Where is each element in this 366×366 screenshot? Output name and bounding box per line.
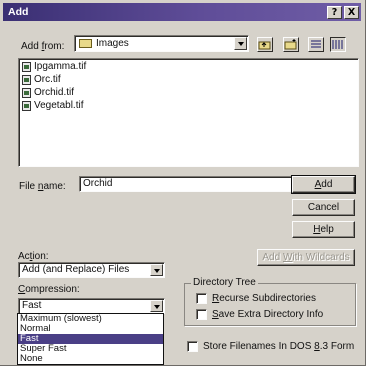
list-item[interactable]: Orchid.tif	[20, 86, 358, 99]
store-83-label: Store Filenames In DOS 8.3 Form	[203, 341, 355, 352]
add-from-label: Add from:	[21, 41, 65, 52]
list-item[interactable]: Vegetabl.tif	[20, 99, 358, 112]
details-view-button[interactable]	[330, 37, 346, 52]
action-label: Action:	[18, 251, 49, 262]
action-value: Add (and Replace) Files	[22, 264, 130, 275]
file-name-value: Orchid	[83, 178, 113, 189]
close-button[interactable]: X	[344, 5, 359, 19]
folder-icon	[79, 39, 92, 48]
file-name-input[interactable]: Orchid	[79, 176, 304, 192]
file-name-label: File name:	[19, 181, 66, 192]
compression-dropdown[interactable]: Maximum (slowest) Normal Fast Super Fast…	[17, 313, 164, 365]
save-extra-checkbox[interactable]	[196, 309, 207, 320]
help-title-button[interactable]: ?	[327, 5, 342, 19]
file-list[interactable]: Ipgamma.tif Orc.tif Orchid.tif Vegetabl.…	[18, 58, 359, 167]
list-item[interactable]: Ipgamma.tif	[20, 60, 358, 73]
chevron-down-icon[interactable]	[234, 37, 247, 50]
list-view-button[interactable]	[308, 37, 324, 52]
dropdown-option[interactable]: Normal	[18, 324, 163, 334]
compression-select[interactable]: Fast	[18, 298, 165, 314]
action-select[interactable]: Add (and Replace) Files	[18, 262, 165, 278]
compression-label: Compression:	[18, 284, 80, 295]
recurse-checkbox[interactable]	[196, 293, 207, 304]
image-file-icon	[22, 87, 31, 98]
chevron-down-icon[interactable]	[150, 300, 163, 312]
chevron-down-icon[interactable]	[150, 264, 163, 276]
add-with-wildcards-button[interactable]: Add With Wildcards	[257, 249, 355, 266]
compression-value: Fast	[22, 300, 42, 311]
new-folder-button[interactable]	[283, 37, 299, 52]
details-view-icon	[332, 40, 343, 49]
dropdown-option[interactable]: None	[18, 354, 163, 364]
recurse-label: Recurse Subdirectories	[212, 293, 316, 304]
add-from-value: Images	[96, 38, 129, 49]
window-title: Add	[8, 6, 29, 18]
list-item[interactable]: Orc.tif	[20, 73, 358, 86]
image-file-icon	[22, 61, 31, 72]
image-file-icon	[22, 100, 31, 111]
up-folder-button[interactable]	[257, 37, 273, 52]
add-button[interactable]: Add	[291, 175, 356, 194]
list-view-icon	[311, 40, 321, 48]
directory-tree-title: Directory Tree	[191, 277, 258, 288]
up-folder-icon	[258, 41, 271, 50]
add-from-combo[interactable]: Images	[74, 35, 249, 52]
add-dialog: Add ? X Add from: Images Ipgamma.tif Orc…	[0, 0, 366, 366]
save-extra-label: Save Extra Directory Info	[212, 309, 324, 320]
image-file-icon	[22, 74, 31, 85]
cancel-button[interactable]: Cancel	[292, 199, 355, 216]
title-bar: Add ? X	[3, 3, 361, 21]
help-button[interactable]: Help	[292, 221, 355, 238]
store-83-checkbox[interactable]	[187, 341, 198, 352]
new-folder-icon	[284, 39, 297, 50]
